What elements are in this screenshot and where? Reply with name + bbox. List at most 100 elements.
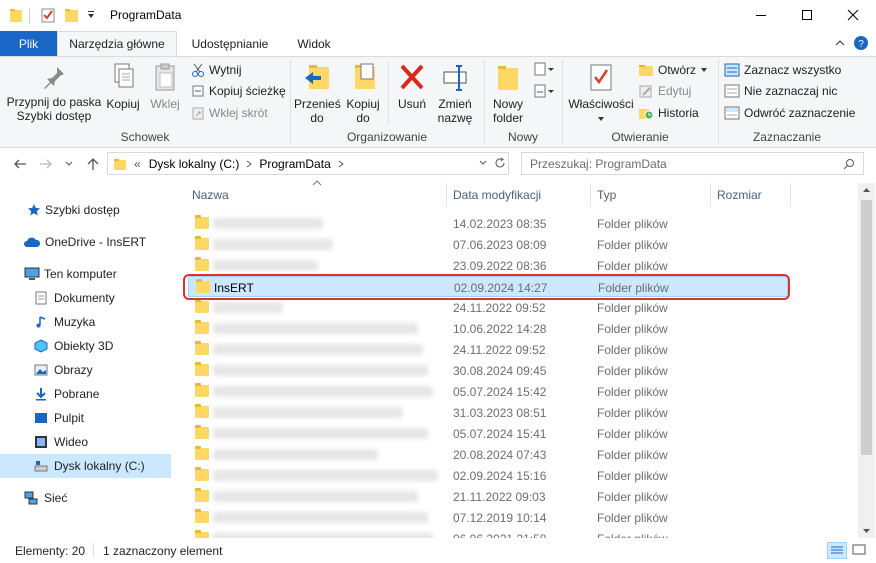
table-row[interactable]: 02.09.2024 15:16 Folder plików: [188, 465, 788, 486]
invert-selection-icon: [724, 106, 740, 120]
nav-desktop[interactable]: Pulpit: [0, 406, 171, 430]
new-folder-qa-icon[interactable]: [64, 7, 80, 24]
delete-button[interactable]: Usuń: [392, 62, 432, 111]
paste-icon: [155, 63, 175, 91]
paste-shortcut-button[interactable]: Wklej skrót: [191, 104, 268, 122]
select-none-button[interactable]: Nie zaznaczaj nic: [724, 82, 837, 100]
divider[interactable]: [446, 183, 447, 207]
invert-selection-button[interactable]: Odwróć zaznaczenie: [724, 104, 855, 122]
row-type: Folder plików: [597, 469, 668, 483]
new-folder-button[interactable]: Nowy folder: [486, 62, 530, 125]
maximize-button[interactable]: [784, 0, 830, 30]
nav-local-disk[interactable]: Dysk lokalny (C:): [0, 454, 171, 478]
nav-videos[interactable]: Wideo: [0, 430, 171, 454]
window-title: ProgramData: [110, 8, 182, 22]
tab-home[interactable]: Narzędzia główne: [57, 31, 177, 56]
new-item-icon[interactable]: [533, 61, 555, 77]
large-icons-view-button[interactable]: [850, 542, 870, 559]
folder-icon: [195, 404, 209, 418]
move-to-button[interactable]: Przenieś do: [294, 62, 341, 125]
chevron-down-icon[interactable]: [64, 159, 74, 169]
properties-button[interactable]: Właściwości: [566, 62, 636, 125]
chevron-right-icon[interactable]: [245, 159, 253, 169]
table-row[interactable]: 05.07.2024 15:41 Folder plików: [188, 423, 788, 444]
search-input[interactable]: Przeszukaj: ProgramData: [521, 152, 864, 175]
up-icon[interactable]: [85, 156, 101, 172]
nav-network[interactable]: Sieć: [0, 486, 171, 510]
row-date: 05.07.2024 15:42: [453, 385, 547, 399]
divider[interactable]: [590, 183, 591, 207]
nav-documents[interactable]: Dokumenty: [0, 286, 171, 310]
network-icon: [24, 491, 38, 505]
open-button[interactable]: Otwórz: [638, 61, 708, 79]
column-size[interactable]: Rozmiar: [717, 183, 789, 207]
table-row[interactable]: 20.08.2024 07:43 Folder plików: [188, 444, 788, 465]
nav-label: Dokumenty: [54, 291, 115, 305]
address-overflow[interactable]: «: [134, 157, 141, 171]
table-row[interactable]: 05.07.2024 15:42 Folder plików: [188, 381, 788, 402]
scroll-down-icon[interactable]: [861, 527, 872, 535]
help-icon[interactable]: ?: [853, 35, 869, 51]
table-row[interactable]: 23.09.2022 08:36 Folder plików: [188, 255, 788, 276]
paste-shortcut-icon: [192, 107, 204, 120]
scroll-up-icon[interactable]: [861, 186, 872, 194]
nav-pictures[interactable]: Obrazy: [0, 358, 171, 382]
edit-button[interactable]: Edytuj: [638, 82, 691, 100]
table-row[interactable]: 07.06.2023 08:09 Folder plików: [188, 234, 788, 255]
table-row[interactable]: 21.11.2022 09:03 Folder plików: [188, 486, 788, 507]
chevron-right-icon[interactable]: [337, 159, 345, 169]
table-row[interactable]: 07.12.2019 10:14 Folder plików: [188, 507, 788, 528]
table-row[interactable]: 30.08.2024 09:45 Folder plików: [188, 360, 788, 381]
chevron-down-icon[interactable]: [478, 158, 488, 168]
nav-onedrive[interactable]: OneDrive - InsERT: [0, 230, 171, 254]
chevron-down-icon[interactable]: [86, 7, 96, 24]
collapse-ribbon-icon[interactable]: [834, 37, 846, 49]
scrollbar-thumb[interactable]: [861, 200, 872, 455]
nav-downloads[interactable]: Pobrane: [0, 382, 171, 406]
nav-music[interactable]: Muzyka: [0, 310, 171, 334]
chevron-down-icon: [701, 68, 708, 72]
table-row[interactable]: 24.11.2022 09:52 Folder plików: [188, 297, 788, 318]
nav-quick-access[interactable]: Szybki dostęp: [0, 198, 171, 222]
copy-to-button[interactable]: Kopiuj do: [342, 62, 384, 125]
pin-label-2: Szybki dostęp: [16, 109, 92, 123]
divider[interactable]: [710, 183, 711, 207]
table-row[interactable]: 10.06.2022 14:28 Folder plików: [188, 318, 788, 339]
table-row[interactable]: 31.03.2023 08:51 Folder plików: [188, 402, 788, 423]
tab-share[interactable]: Udostępnianie: [182, 31, 278, 56]
copy-path-icon: [192, 85, 204, 97]
column-name[interactable]: Nazwa: [192, 183, 447, 207]
maximize-icon: [802, 10, 812, 20]
easy-access-icon[interactable]: [533, 83, 555, 99]
tab-file[interactable]: Plik: [0, 31, 57, 56]
divider[interactable]: [790, 183, 791, 207]
column-date[interactable]: Data modyfikacji: [453, 183, 591, 207]
address-bar[interactable]: « Dysk lokalny (C:) ProgramData: [107, 152, 509, 175]
minimize-button[interactable]: [738, 0, 784, 30]
nav-this-pc[interactable]: Ten komputer: [0, 262, 171, 286]
select-all-button[interactable]: Zaznacz wszystko: [724, 61, 841, 79]
desktop-icon: [35, 413, 47, 423]
pin-quick-access-button[interactable]: Przypnij do paska Szybki dostęp: [5, 64, 103, 123]
selected-count: 1 zaznaczony element: [103, 544, 223, 558]
history-button[interactable]: Historia: [638, 104, 699, 122]
details-view-button[interactable]: [827, 542, 847, 559]
nav-3d-objects[interactable]: Obiekty 3D: [0, 334, 171, 358]
table-row[interactable]: 24.11.2022 09:52 Folder plików: [188, 339, 788, 360]
close-button[interactable]: [830, 0, 876, 30]
tab-view[interactable]: Widok: [284, 31, 344, 56]
forward-icon[interactable]: [38, 157, 54, 171]
row-date: 21.11.2022 09:03: [453, 490, 546, 504]
copy-button[interactable]: Kopiuj: [103, 62, 143, 111]
paste-button[interactable]: Wklej: [145, 62, 185, 111]
copy-path-button[interactable]: Kopiuj ścieżkę: [191, 82, 286, 100]
rename-button[interactable]: Zmień nazwę: [434, 62, 476, 125]
refresh-icon[interactable]: [494, 157, 506, 169]
table-row[interactable]: 14.02.2023 08:35 Folder plików: [188, 213, 788, 234]
breadcrumb-programdata[interactable]: ProgramData: [259, 157, 330, 171]
cut-button[interactable]: Wytnij: [191, 61, 242, 79]
column-type[interactable]: Typ: [597, 183, 707, 207]
breadcrumb-local-disk[interactable]: Dysk lokalny (C:): [149, 157, 240, 171]
properties-qa-icon[interactable]: [40, 7, 56, 24]
back-icon[interactable]: [12, 157, 28, 171]
